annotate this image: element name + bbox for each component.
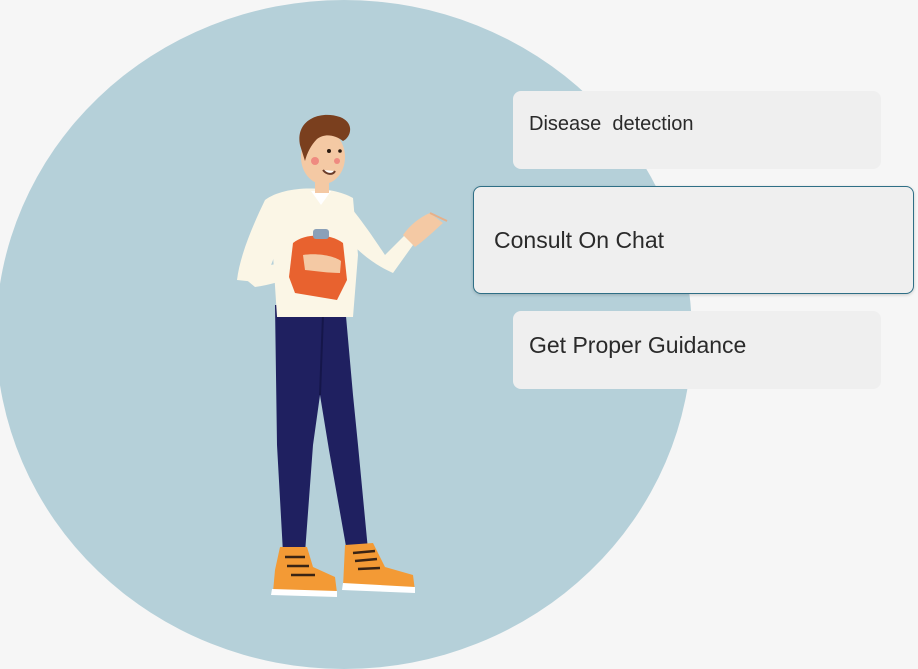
option-label: Get Proper Guidance: [529, 331, 747, 358]
option-label: Consult On Chat: [494, 226, 665, 253]
onboarding-screen: Disease detection Consult On Chat Get Pr…: [0, 0, 918, 669]
option-get-proper-guidance[interactable]: Get Proper Guidance: [513, 311, 881, 389]
option-disease-detection[interactable]: Disease detection: [513, 91, 881, 169]
option-label: Disease detection: [529, 112, 694, 135]
man-holding-clipboard-illustration: [225, 105, 465, 605]
option-consult-on-chat[interactable]: Consult On Chat: [473, 186, 914, 294]
